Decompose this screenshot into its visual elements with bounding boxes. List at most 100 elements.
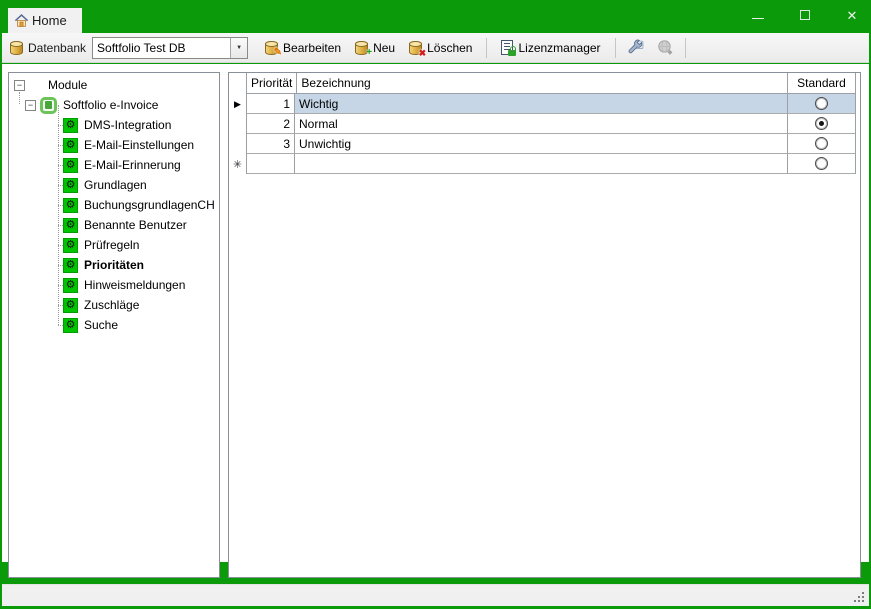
grid-header-row: Priorität Bezeichnung Standard <box>229 73 856 94</box>
module-gear-icon: ⚙ <box>63 198 78 213</box>
database-delete-icon: ✖ <box>409 41 422 55</box>
loeschen-button[interactable]: ✖ Löschen <box>402 38 479 58</box>
e-invoice-icon <box>40 97 57 114</box>
module-gear-icon: ⚙ <box>63 218 78 233</box>
titlebar[interactable]: Home ✕ <box>0 0 871 33</box>
sidebar-item-pruefregeln[interactable]: ⚙ Prüfregeln <box>9 235 219 255</box>
minimize-icon <box>752 18 764 19</box>
cell-bezeichnung[interactable]: Unwichtig <box>295 134 788 154</box>
maximize-button[interactable] <box>798 8 812 22</box>
module-gear-icon: ⚙ <box>63 298 78 313</box>
sidebar-item-hinweismeldungen[interactable]: ⚙ Hinweismeldungen <box>9 275 219 295</box>
standard-radio[interactable] <box>815 157 828 170</box>
priorities-grid-panel: Priorität Bezeichnung Standard ▶ 1 Wicht… <box>228 72 861 578</box>
priorities-grid: Priorität Bezeichnung Standard ▶ 1 Wicht… <box>229 73 856 174</box>
lizenzmanager-label: Lizenzmanager <box>518 41 600 55</box>
toolbar-separator <box>486 38 487 58</box>
standard-radio[interactable] <box>815 117 828 130</box>
app-window: Home ✕ Datenbank Softfolio Test DB ▼ ✎ B… <box>0 0 871 609</box>
license-document-lock-icon <box>501 40 513 55</box>
module-gear-icon: ⚙ <box>63 158 78 173</box>
chevron-down-icon: ▼ <box>236 45 242 51</box>
sidebar-item-module[interactable]: − Module <box>9 75 219 95</box>
cell-bezeichnung[interactable] <box>295 154 788 174</box>
database-add-icon: + <box>355 41 368 55</box>
sidebar-item-grundlagen[interactable]: ⚙ Grundlagen <box>9 175 219 195</box>
table-row-new[interactable]: ✳ <box>229 154 856 174</box>
status-bar <box>2 584 869 606</box>
current-row-marker-icon: ▶ <box>234 99 241 110</box>
resize-grip[interactable] <box>862 600 864 602</box>
cell-standard[interactable] <box>788 154 856 174</box>
maximize-icon <box>800 10 810 20</box>
close-icon: ✕ <box>847 9 858 22</box>
row-selector[interactable]: ✳ <box>229 154 247 174</box>
search-web-button-disabled[interactable] <box>652 36 678 59</box>
sidebar-item-prioritaeten[interactable]: ⚙ Prioritäten <box>9 255 219 275</box>
module-gear-icon: ⚙ <box>63 238 78 253</box>
database-icon <box>10 41 23 55</box>
cell-prioritaet[interactable]: 2 <box>247 114 295 134</box>
tab-home[interactable]: Home <box>8 8 82 33</box>
neu-label: Neu <box>373 41 395 55</box>
module-gear-icon: ⚙ <box>63 138 78 153</box>
sidebar-item-email-einstellungen[interactable]: ⚙ E-Mail-Einstellungen <box>9 135 219 155</box>
toolbar-separator <box>615 38 616 58</box>
neu-button[interactable]: + Neu <box>348 38 402 58</box>
module-gear-icon: ⚙ <box>63 258 78 273</box>
bearbeiten-label: Bearbeiten <box>283 41 341 55</box>
column-header-bezeichnung[interactable]: Bezeichnung <box>297 73 788 94</box>
lizenzmanager-button[interactable]: Lizenzmanager <box>494 37 607 58</box>
wrench-icon <box>627 39 644 56</box>
toolbar: Datenbank Softfolio Test DB ▼ ✎ Bearbeit… <box>2 33 869 63</box>
tab-home-label: Home <box>32 13 67 28</box>
tree-root-label: Module <box>48 78 87 92</box>
row-selector[interactable]: ▶ <box>229 94 247 114</box>
datenbank-label: Datenbank <box>28 41 86 55</box>
globe-icon <box>656 39 674 56</box>
sidebar-item-zuschlaege[interactable]: ⚙ Zuschläge <box>9 295 219 315</box>
cell-bezeichnung[interactable]: Wichtig <box>295 94 788 114</box>
module-tree: − Module − Softfolio e-Invoice ⚙ DMS-Int… <box>9 73 219 335</box>
sidebar-item-softfolio-e-invoice[interactable]: − Softfolio e-Invoice <box>9 95 219 115</box>
standard-radio[interactable] <box>815 97 828 110</box>
cell-prioritaet[interactable]: 1 <box>247 94 295 114</box>
standard-radio[interactable] <box>815 137 828 150</box>
row-selector[interactable] <box>229 134 247 154</box>
database-edit-icon: ✎ <box>265 41 278 55</box>
sidebar-item-dms-integration[interactable]: ⚙ DMS-Integration <box>9 115 219 135</box>
module-gear-icon: ⚙ <box>63 178 78 193</box>
cell-standard[interactable] <box>788 94 856 114</box>
cell-standard[interactable] <box>788 134 856 154</box>
settings-button[interactable] <box>623 36 648 59</box>
cell-prioritaet[interactable]: 3 <box>247 134 295 154</box>
table-row[interactable]: ▶ 1 Wichtig <box>229 94 856 114</box>
column-header-standard[interactable]: Standard <box>788 73 856 94</box>
sidebar-item-email-erinnerung[interactable]: ⚙ E-Mail-Erinnerung <box>9 155 219 175</box>
toolbar-separator <box>685 38 686 58</box>
tree-expander-icon[interactable]: − <box>25 100 36 111</box>
home-icon <box>14 13 29 28</box>
module-gear-icon: ⚙ <box>63 278 78 293</box>
loeschen-label: Löschen <box>427 41 472 55</box>
combobox-dropdown-button[interactable]: ▼ <box>230 38 247 58</box>
datenbank-select[interactable]: Softfolio Test DB ▼ <box>92 37 248 59</box>
row-selector[interactable] <box>229 114 247 134</box>
minimize-button[interactable] <box>751 8 765 22</box>
header-row-selector <box>229 73 247 94</box>
table-row[interactable]: 3 Unwichtig <box>229 134 856 154</box>
cell-standard[interactable] <box>788 114 856 134</box>
sidebar-item-buchungsgrundlagen-ch[interactable]: ⚙ BuchungsgrundlagenCH <box>9 195 219 215</box>
tree-expander-icon[interactable]: − <box>14 80 25 91</box>
sidebar-item-suche[interactable]: ⚙ Suche <box>9 315 219 335</box>
cell-bezeichnung[interactable]: Normal <box>295 114 788 134</box>
sidebar-item-benannte-benutzer[interactable]: ⚙ Benannte Benutzer <box>9 215 219 235</box>
column-header-prioritaet[interactable]: Priorität <box>247 73 297 94</box>
table-row[interactable]: 2 Normal <box>229 114 856 134</box>
close-button[interactable]: ✕ <box>845 8 859 22</box>
cell-prioritaet[interactable] <box>247 154 295 174</box>
datenbank-select-value: Softfolio Test DB <box>93 38 230 58</box>
bearbeiten-button[interactable]: ✎ Bearbeiten <box>258 38 348 58</box>
module-tree-panel: − Module − Softfolio e-Invoice ⚙ DMS-Int… <box>8 72 220 578</box>
tree-group-label: Softfolio e-Invoice <box>63 98 158 112</box>
